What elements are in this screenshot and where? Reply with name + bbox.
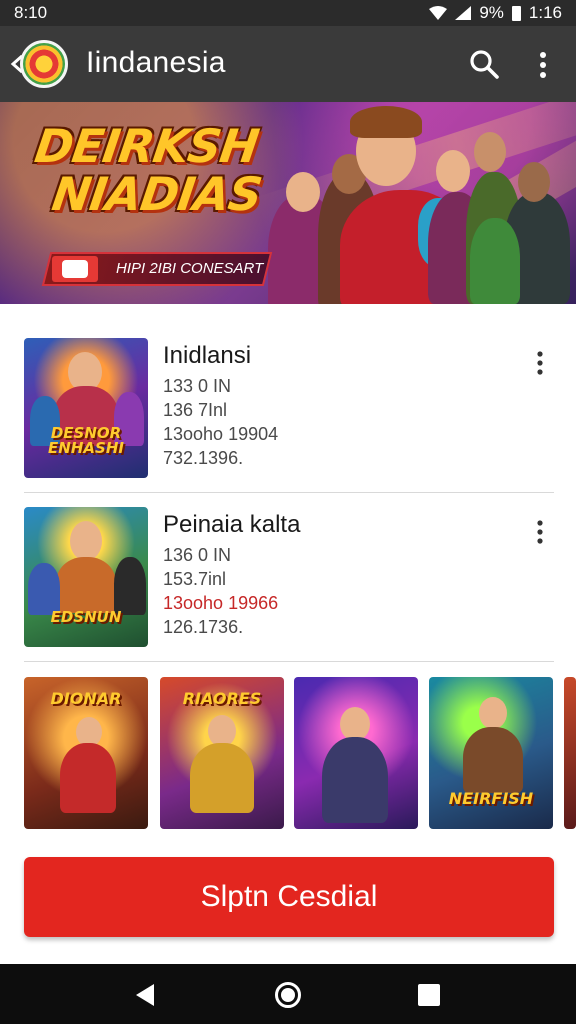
signal-icon bbox=[455, 6, 472, 20]
item-line: 13ooho 19966 bbox=[163, 593, 279, 613]
list-item[interactable]: EDSNUN Peinaia kalta 136 0 IN 153.7inl 1… bbox=[0, 507, 576, 675]
banner-hero-hair bbox=[350, 106, 422, 138]
item-thumbnail[interactable]: DESNOR ENHASHI bbox=[24, 338, 148, 478]
game-carousel[interactable]: DIONAR RIAORES NEIRFISH bbox=[0, 677, 576, 829]
thumb-label: EDSNUN bbox=[50, 608, 122, 626]
banner-hero-head bbox=[286, 172, 320, 212]
status-clock-right: 1:16 bbox=[528, 3, 562, 22]
item-overflow-icon[interactable] bbox=[530, 519, 550, 545]
battery-icon bbox=[511, 5, 521, 21]
carousel-card-peek[interactable] bbox=[564, 677, 576, 829]
item-line: 136 7Inl bbox=[163, 400, 228, 420]
carousel-card[interactable] bbox=[294, 677, 418, 829]
overflow-icon[interactable] bbox=[530, 50, 556, 80]
nav-home-icon[interactable] bbox=[274, 981, 302, 1009]
status-time: 8:10 bbox=[14, 3, 48, 22]
promo-banner[interactable]: DEIRKSH NIADIAS HIPI 2IBI CONESART bbox=[0, 102, 576, 304]
card-label: RIAORES bbox=[182, 689, 262, 708]
card-hero bbox=[190, 743, 254, 813]
thumb-hero bbox=[114, 557, 146, 615]
banner-ribbon-text: HIPI 2IBI CONESART bbox=[116, 260, 264, 277]
app-title: Iindanesia bbox=[86, 46, 226, 79]
banner-hero-head bbox=[474, 132, 506, 172]
system-nav-bar bbox=[0, 964, 576, 1024]
thumb-label: DESNOR ENHASHI bbox=[48, 424, 124, 457]
carousel-card[interactable]: DIONAR bbox=[24, 677, 148, 829]
screen: 8:10 9% 1:16 Iindanesia DEIRKSH NIADIAS … bbox=[0, 0, 576, 1024]
app-bar: Iindanesia bbox=[0, 26, 576, 102]
search-icon[interactable] bbox=[468, 48, 500, 80]
card-hero-head bbox=[340, 707, 370, 741]
item-line: 13ooho 19904 bbox=[163, 424, 279, 444]
banner-title: DEIRKSH NIADIAS bbox=[25, 119, 271, 221]
card-hero bbox=[463, 727, 523, 793]
carousel-card[interactable]: RIAORES bbox=[160, 677, 284, 829]
list-item[interactable]: DESNOR ENHASHI Inidlansi 133 0 IN 136 7I… bbox=[0, 338, 576, 506]
divider bbox=[24, 661, 554, 662]
banner-hero-head bbox=[518, 162, 550, 202]
card-label: NEIRFISH bbox=[448, 789, 534, 808]
banner-hero bbox=[470, 218, 520, 304]
primary-action-button[interactable]: Slptn Cesdial bbox=[24, 857, 554, 937]
card-hero-head bbox=[479, 697, 507, 729]
app-logo[interactable] bbox=[20, 40, 68, 88]
status-bar: 8:10 9% 1:16 bbox=[0, 0, 576, 26]
item-line: 732.1396. bbox=[163, 448, 244, 468]
item-line: 133 0 IN bbox=[163, 376, 232, 396]
item-line: 136 0 IN bbox=[163, 545, 232, 565]
item-title: Inidlansi bbox=[163, 342, 252, 369]
thumb-hero-head bbox=[70, 521, 102, 561]
item-overflow-icon[interactable] bbox=[530, 350, 550, 376]
card-hero bbox=[322, 737, 388, 823]
nav-recents-icon[interactable] bbox=[418, 984, 440, 1006]
carousel-card[interactable]: NEIRFISH bbox=[429, 677, 553, 829]
wifi-icon bbox=[429, 6, 448, 20]
banner-title-line1: DEIRKSH bbox=[31, 119, 262, 173]
banner-title-line2: NIADIAS bbox=[48, 167, 265, 221]
nav-back-icon[interactable] bbox=[134, 983, 156, 1007]
item-line: 153.7inl bbox=[163, 569, 227, 589]
item-line: 126.1736. bbox=[163, 617, 244, 637]
divider bbox=[24, 492, 554, 493]
card-label: DIONAR bbox=[50, 689, 122, 708]
status-right: 9% 1:16 bbox=[429, 3, 562, 23]
play-icon bbox=[62, 260, 88, 278]
item-title: Peinaia kalta bbox=[163, 511, 301, 538]
item-thumbnail[interactable]: EDSNUN bbox=[24, 507, 148, 647]
battery-percent: 9% bbox=[479, 3, 504, 22]
thumb-hero bbox=[56, 557, 116, 613]
banner-hero-head bbox=[436, 150, 470, 192]
card-hero bbox=[60, 743, 116, 813]
